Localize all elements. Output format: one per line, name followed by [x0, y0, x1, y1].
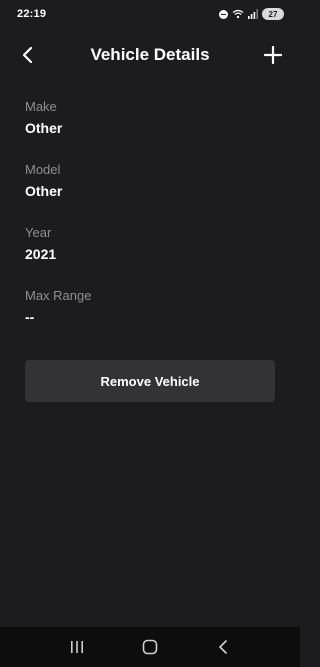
- home-icon: [142, 639, 158, 655]
- nav-back-button[interactable]: [203, 632, 243, 662]
- max-range-label: Max Range: [25, 288, 92, 303]
- make-field: Make Other: [25, 98, 275, 161]
- max-range-field: Max Range --: [25, 287, 275, 350]
- home-button[interactable]: [130, 632, 170, 662]
- plus-icon: [264, 46, 282, 64]
- add-button[interactable]: [258, 40, 288, 70]
- chevron-left-icon: [22, 46, 33, 64]
- year-label: Year: [25, 225, 52, 240]
- make-value: Other: [25, 120, 63, 136]
- status-time: 22:19: [17, 8, 47, 20]
- back-icon: [219, 640, 228, 654]
- app-header: Vehicle Details: [0, 34, 300, 76]
- status-bar: 22:19 27: [0, 0, 300, 28]
- system-nav-bar: [0, 627, 300, 667]
- model-label: Model: [25, 162, 61, 177]
- status-icons: 27: [219, 8, 284, 20]
- wifi-icon: [232, 9, 244, 19]
- vehicle-details-screen: 22:19 27 Vehicle Details Make Other Mode…: [0, 0, 300, 667]
- recent-apps-icon: [70, 641, 83, 653]
- signal-icon: [248, 9, 258, 19]
- model-value: Other: [25, 183, 63, 199]
- recent-apps-button[interactable]: [57, 632, 97, 662]
- year-value: 2021: [25, 246, 57, 262]
- max-range-value: --: [25, 309, 35, 325]
- remove-vehicle-button[interactable]: Remove Vehicle: [25, 360, 275, 402]
- vehicle-details-list: Make Other Model Other Year 2021 Max Ran…: [25, 98, 275, 350]
- year-field: Year 2021: [25, 224, 275, 287]
- make-label: Make: [25, 99, 57, 114]
- page-title: Vehicle Details: [90, 45, 210, 64]
- battery-icon: 27: [262, 8, 284, 20]
- dnd-icon: [219, 9, 228, 19]
- model-field: Model Other: [25, 161, 275, 224]
- back-button[interactable]: [14, 41, 42, 69]
